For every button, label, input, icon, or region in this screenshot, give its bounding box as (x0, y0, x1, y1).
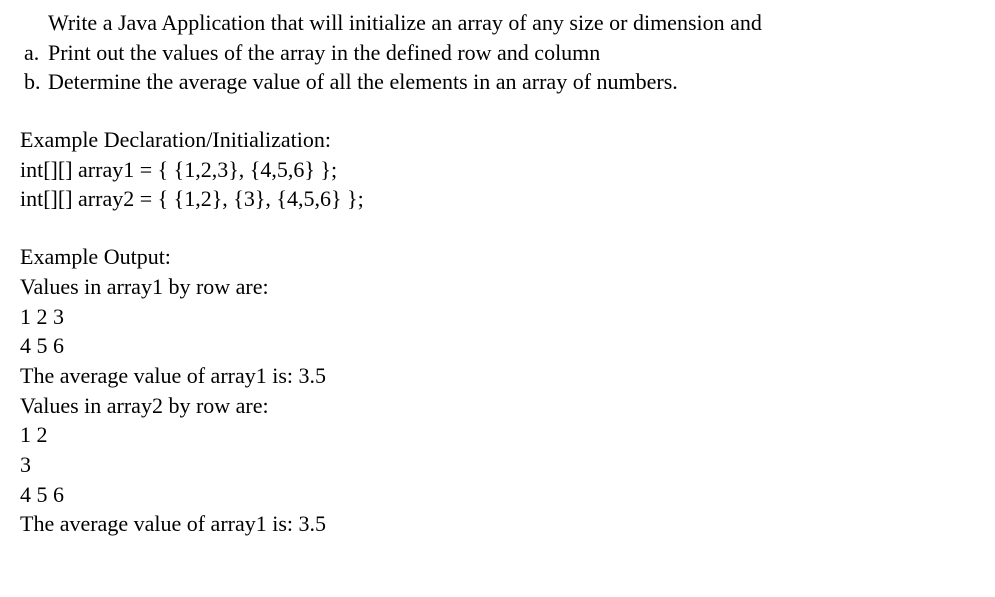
list-marker-b: b. (24, 67, 48, 97)
output-line: The average value of array1 is: 3.5 (20, 361, 975, 391)
problem-intro: Write a Java Application that will initi… (20, 8, 975, 38)
output-line: 4 5 6 (20, 331, 975, 361)
requirement-item-a: a. Print out the values of the array in … (20, 38, 975, 68)
requirement-text-b: Determine the average value of all the e… (48, 67, 975, 97)
output-line: Values in array1 by row are: (20, 272, 975, 302)
list-marker-a: a. (24, 38, 48, 68)
requirement-item-b: b. Determine the average value of all th… (20, 67, 975, 97)
declaration-heading: Example Declaration/Initialization: (20, 125, 975, 155)
output-heading: Example Output: (20, 242, 975, 272)
output-line: 3 (20, 450, 975, 480)
requirement-text-a: Print out the values of the array in the… (48, 38, 975, 68)
output-line: 1 2 (20, 420, 975, 450)
declaration-line-1: int[][] array1 = { {1,2,3}, {4,5,6} }; (20, 155, 975, 185)
output-line: 1 2 3 (20, 302, 975, 332)
declaration-line-2: int[][] array2 = { {1,2}, {3}, {4,5,6} }… (20, 184, 975, 214)
output-line: Values in array2 by row are: (20, 391, 975, 421)
output-line: 4 5 6 (20, 480, 975, 510)
output-line: The average value of array1 is: 3.5 (20, 509, 975, 539)
